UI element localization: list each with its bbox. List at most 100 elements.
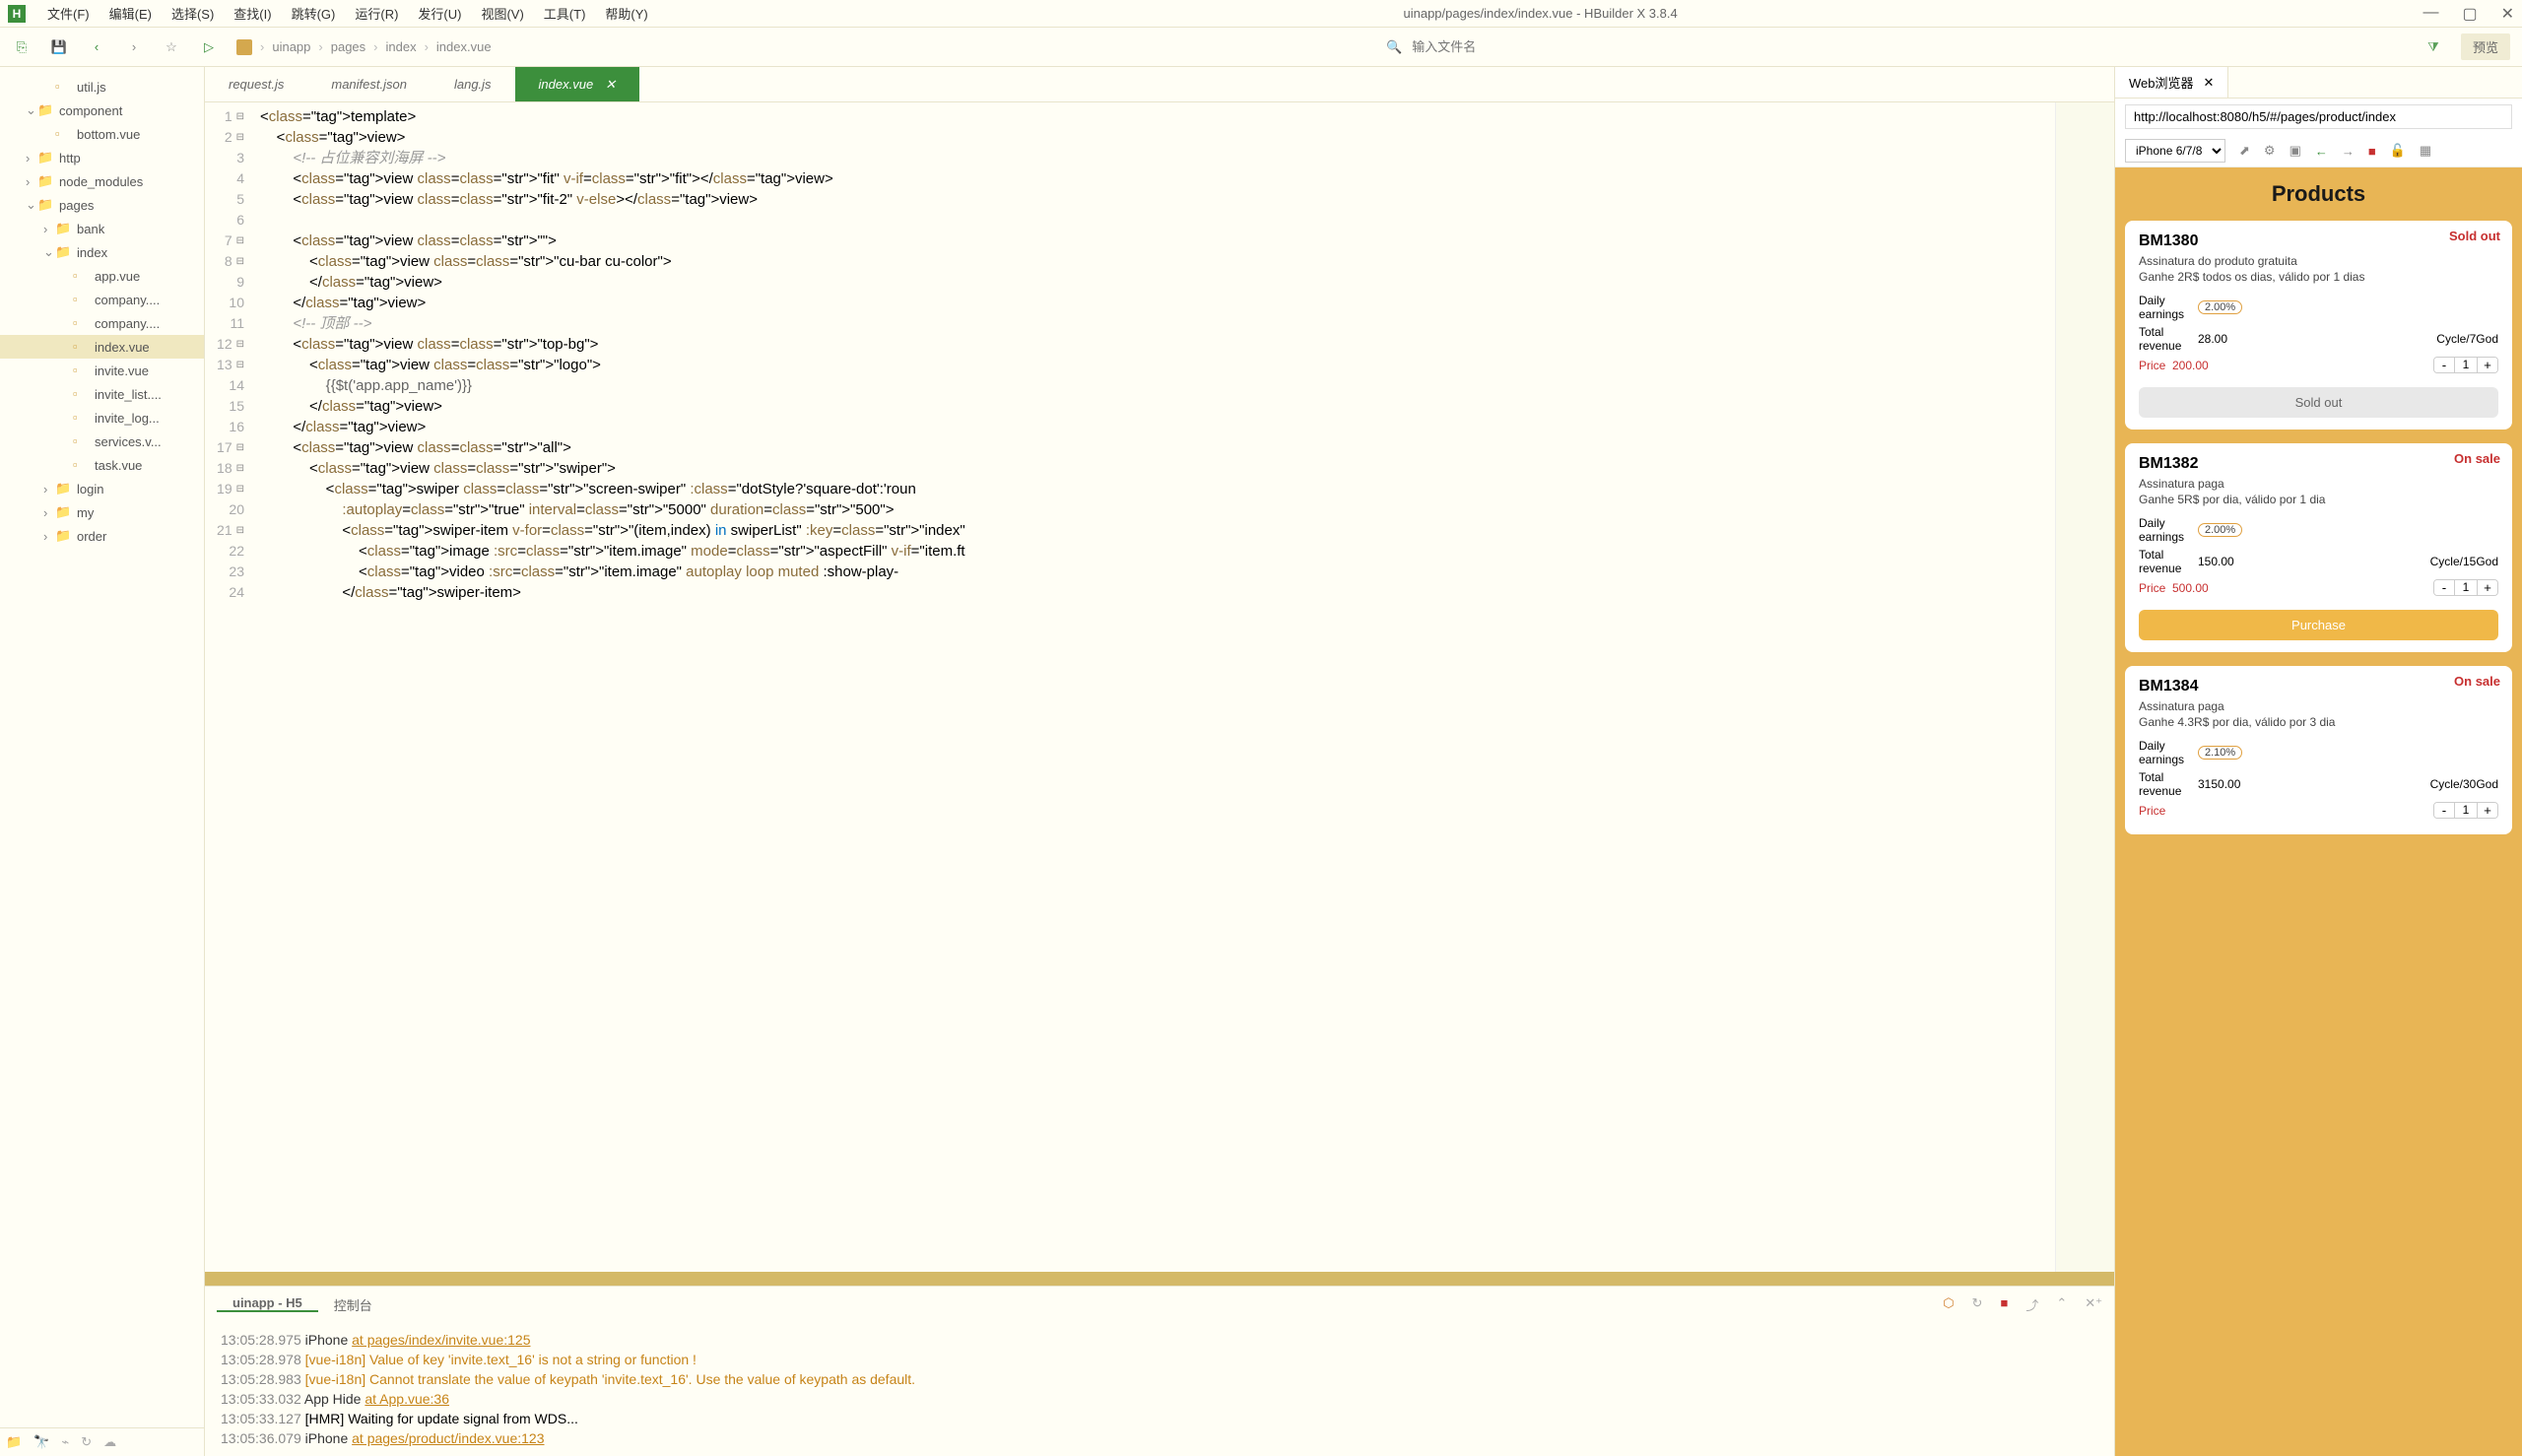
breadcrumb-item[interactable]: pages: [331, 39, 365, 54]
forward-icon[interactable]: →: [2342, 144, 2355, 159]
bug-icon[interactable]: ⬡: [1943, 1295, 1954, 1314]
menu-item[interactable]: 帮助(Y): [595, 4, 657, 23]
file-item[interactable]: ▫index.vue: [0, 335, 204, 359]
quantity-stepper[interactable]: -1+: [2433, 357, 2498, 373]
settings-icon[interactable]: ⚙: [2264, 143, 2276, 159]
collapse-icon[interactable]: ⌃: [2056, 1295, 2067, 1314]
run-icon[interactable]: ▷: [199, 37, 219, 57]
minus-button[interactable]: -: [2434, 580, 2454, 595]
stop-icon[interactable]: ■: [2368, 144, 2376, 159]
folder-item[interactable]: ›📁node_modules: [0, 169, 204, 193]
console-tab[interactable]: 控制台: [318, 1295, 388, 1314]
menu-item[interactable]: 跳转(G): [282, 4, 346, 23]
back-icon[interactable]: ‹: [87, 37, 106, 57]
new-file-icon[interactable]: ⎘: [12, 37, 32, 57]
browser-tab-label[interactable]: Web浏览器: [2129, 73, 2194, 92]
back-icon[interactable]: ←: [2315, 144, 2328, 159]
purchase-button[interactable]: Purchase: [2139, 610, 2498, 640]
file-item[interactable]: ▫company....: [0, 311, 204, 335]
close-icon[interactable]: ✕: [2501, 4, 2514, 24]
clear-icon[interactable]: ✕⁺: [2085, 1295, 2102, 1314]
preview-viewport[interactable]: Products Sold outBM1380Assinatura do pro…: [2115, 167, 2522, 1456]
save-icon[interactable]: 💾: [49, 37, 69, 57]
minus-button[interactable]: -: [2434, 803, 2454, 818]
file-item[interactable]: ▫app.vue: [0, 264, 204, 288]
menu-item[interactable]: 运行(R): [345, 4, 408, 23]
quantity-stepper[interactable]: -1+: [2433, 579, 2498, 596]
folder-item[interactable]: ›📁my: [0, 500, 204, 524]
editor-tab[interactable]: request.js: [205, 67, 307, 101]
breadcrumb-item[interactable]: index.vue: [436, 39, 492, 54]
console-output[interactable]: 13:05:28.975 iPhone at pages/index/invit…: [205, 1322, 2114, 1456]
folder-item[interactable]: ⌄📁component: [0, 99, 204, 122]
menu-item[interactable]: 发行(U): [408, 4, 471, 23]
console-link[interactable]: at pages/product/index.vue:123: [352, 1430, 544, 1446]
file-item[interactable]: ▫invite_log...: [0, 406, 204, 430]
menu-item[interactable]: 查找(I): [224, 4, 281, 23]
close-icon[interactable]: ✕: [605, 77, 616, 93]
open-external-icon[interactable]: ⬈: [2239, 143, 2250, 159]
console-link[interactable]: at App.vue:36: [365, 1391, 449, 1407]
item-label: task.vue: [95, 458, 142, 473]
code-editor[interactable]: <class="tag">template> <class="tag">view…: [252, 102, 2055, 1272]
file-search-input[interactable]: [1412, 39, 1530, 54]
quantity-stepper[interactable]: -1+: [2433, 802, 2498, 819]
minus-button[interactable]: -: [2434, 358, 2454, 372]
preview-button[interactable]: 预览: [2461, 33, 2510, 60]
menu-item[interactable]: 视图(V): [471, 4, 533, 23]
refresh-icon[interactable]: ↻: [81, 1434, 92, 1450]
star-icon[interactable]: ☆: [162, 37, 181, 57]
breadcrumb-item[interactable]: uinapp: [272, 39, 310, 54]
restart-icon[interactable]: ↻: [1972, 1295, 1983, 1314]
horizontal-scrollbar[interactable]: [205, 1272, 2114, 1286]
device-select[interactable]: iPhone 6/7/8: [2125, 139, 2225, 163]
search-icon[interactable]: 🔭: [33, 1434, 49, 1450]
menu-item[interactable]: 文件(F): [37, 4, 100, 23]
file-item[interactable]: ▫bottom.vue: [0, 122, 204, 146]
forward-icon[interactable]: ›: [124, 37, 144, 57]
folder-item[interactable]: ›📁order: [0, 524, 204, 548]
file-item[interactable]: ▫invite.vue: [0, 359, 204, 382]
folder-item[interactable]: ⌄📁index: [0, 240, 204, 264]
minimize-icon[interactable]: —: [2422, 4, 2438, 24]
menu-item[interactable]: 选择(S): [162, 4, 224, 23]
minimap[interactable]: [2055, 102, 2114, 1272]
folder-item[interactable]: ⌄📁pages: [0, 193, 204, 217]
maximize-icon[interactable]: ▢: [2462, 4, 2477, 24]
export-icon[interactable]: ⤴: [2025, 1295, 2038, 1314]
menu-item[interactable]: 编辑(E): [100, 4, 162, 23]
grid-icon[interactable]: ▦: [2420, 143, 2431, 159]
console-tab[interactable]: uinapp - H5: [217, 1295, 318, 1312]
plus-button[interactable]: +: [2478, 580, 2497, 595]
search-icon[interactable]: 🔍: [1384, 37, 1404, 57]
editor-tab[interactable]: manifest.json: [307, 67, 431, 101]
folder-item[interactable]: ›📁http: [0, 146, 204, 169]
item-label: component: [59, 103, 122, 118]
folder-item[interactable]: ›📁bank: [0, 217, 204, 240]
item-label: my: [77, 505, 94, 520]
bug-icon[interactable]: ⌁: [61, 1434, 69, 1450]
purchase-button[interactable]: Sold out: [2139, 387, 2498, 418]
file-item[interactable]: ▫task.vue: [0, 453, 204, 477]
lock-icon[interactable]: 🔓: [2390, 143, 2406, 159]
breadcrumb-item[interactable]: index: [386, 39, 417, 54]
file-item[interactable]: ▫services.v...: [0, 430, 204, 453]
file-item[interactable]: ▫company....: [0, 288, 204, 311]
plus-button[interactable]: +: [2478, 358, 2497, 372]
stop-icon[interactable]: ■: [2000, 1295, 2008, 1314]
console-link[interactable]: at pages/index/invite.vue:125: [352, 1332, 530, 1348]
file-item[interactable]: ▫util.js: [0, 75, 204, 99]
menu-item[interactable]: 工具(T): [534, 4, 596, 23]
editor-tab[interactable]: index.vue✕: [515, 67, 640, 101]
screenshot-icon[interactable]: ▣: [2290, 143, 2301, 159]
plus-button[interactable]: +: [2478, 803, 2497, 818]
filter-icon[interactable]: ⧩: [2423, 37, 2443, 57]
tab-label: request.js: [229, 77, 284, 92]
explorer-icon[interactable]: 📁: [6, 1434, 22, 1450]
file-item[interactable]: ▫invite_list....: [0, 382, 204, 406]
url-input[interactable]: [2125, 104, 2512, 129]
cloud-icon[interactable]: ☁: [103, 1434, 116, 1450]
editor-tab[interactable]: lang.js: [431, 67, 515, 101]
close-icon[interactable]: ✕: [2204, 75, 2215, 91]
folder-item[interactable]: ›📁login: [0, 477, 204, 500]
